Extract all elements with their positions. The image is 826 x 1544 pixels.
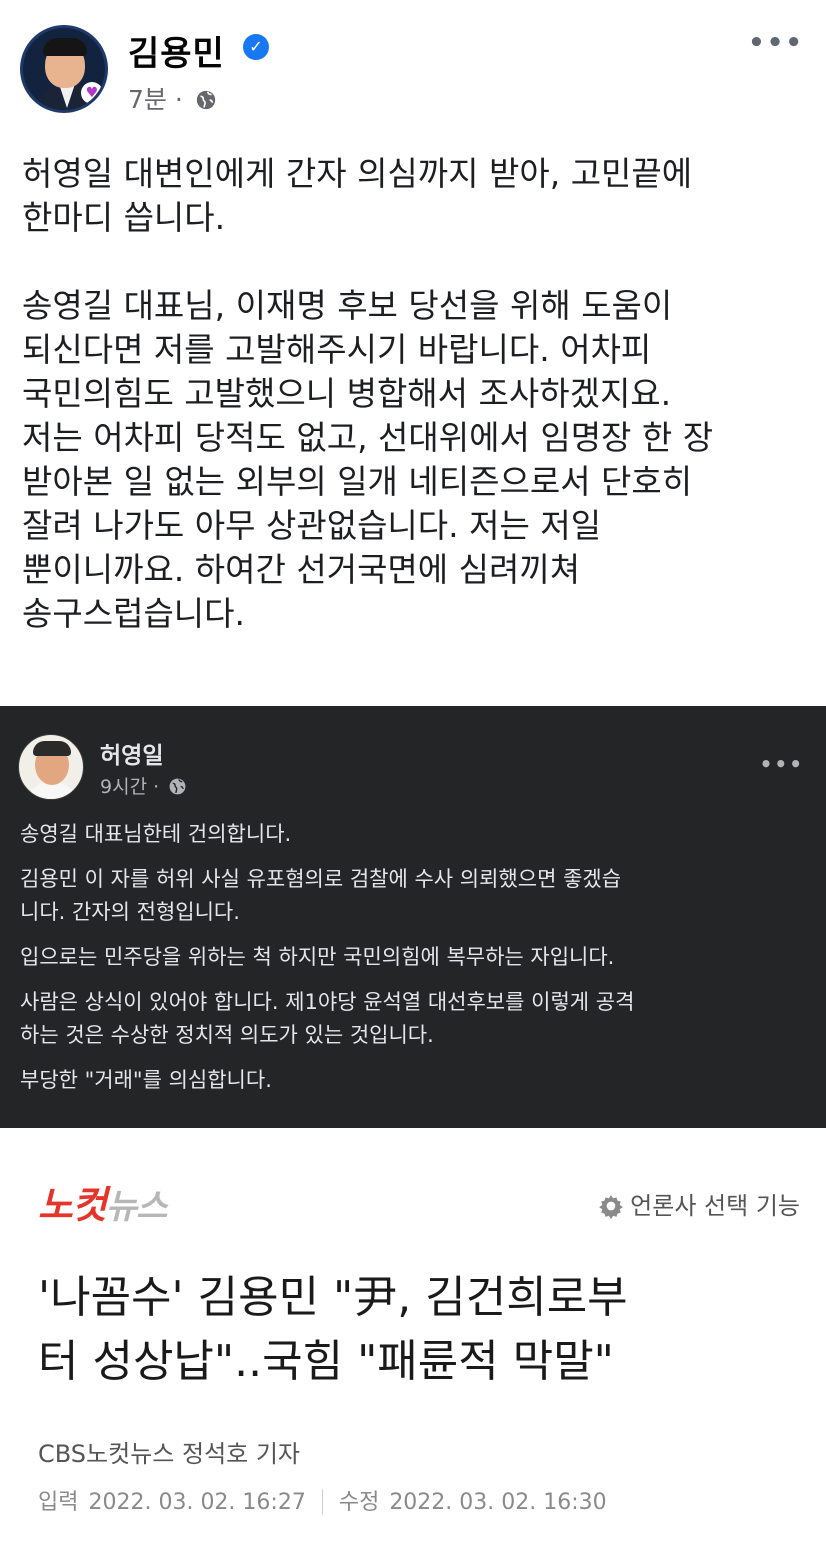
facebook-post: ♥ 김용민 ✓ 7분 · ••• 허영일 대변인에게 간자 의심까지 받아, 고…: [0, 0, 826, 706]
input-label: 입력: [38, 1490, 79, 1515]
heart-icon: ♥: [81, 82, 103, 104]
meta-separator: ·: [174, 85, 183, 114]
embedded-paragraph: 부당한 "거래"를 의심합니다.: [20, 1068, 272, 1092]
gear-icon: [599, 1195, 624, 1219]
post-paragraph: 허영일 대변인에게 간자 의심까지 받아, 고민끝에 한마디 씁니다.: [22, 154, 693, 237]
logo-sub: 뉴스: [105, 1187, 168, 1227]
embedded-author-avatar: [18, 734, 84, 800]
embedded-paragraph: 송영길 대표님한테 건의합니다.: [20, 822, 292, 846]
globe-icon: [196, 90, 215, 110]
embedded-paragraph: 김용민 이 자를 허위 사실 유포혐의로 검찰에 수사 의뢰했으면 좋겠습 니다…: [20, 867, 622, 924]
more-options-icon[interactable]: •••: [748, 28, 804, 58]
news-dates: 입력 2022. 03. 02. 16:27 수정 2022. 03. 02. 16:…: [38, 1484, 607, 1516]
meta-separator: ·: [153, 776, 160, 798]
embedded-author-name: 허영일: [100, 743, 164, 769]
embedded-paragraph: 입으로는 민주당을 위하는 척 하지만 국민의힘에 복무하는 자입니다.: [20, 945, 615, 969]
news-headline: '나꼼수' 김용민 "尹, 김건희로부 터 성상납"..국힘 "패륜적 막말": [38, 1272, 628, 1387]
verified-badge-icon: ✓: [243, 34, 269, 60]
date-divider: [321, 1489, 323, 1515]
news-article-clipping: 노컷뉴스 언론사 선택 기능 '나꼼수' 김용민 "尹, 김건희로부 터 성상납…: [0, 1128, 826, 1544]
author-name[interactable]: 김용민: [128, 26, 225, 75]
embedded-post-time: 9시간: [100, 776, 148, 798]
embedded-post-screenshot: 허영일 9시간 · ••• 송영길 대표님한테 건의합니다. 김용민 이 자를 …: [0, 706, 826, 1128]
input-date: 2022. 03. 02. 16:27: [88, 1490, 306, 1515]
globe-icon: [169, 778, 186, 795]
avatar-hair: [33, 741, 71, 756]
nocut-news-logo: 노컷뉴스: [38, 1174, 168, 1229]
more-options-icon: •••: [759, 752, 804, 776]
post-paragraph: 송영길 대표님, 이재명 후보 당선을 위해 도움이 되신다면 저를 고발해주시…: [22, 286, 714, 633]
embedded-post-meta: 9시간 ·: [100, 772, 187, 799]
post-meta: 7분 ·: [128, 80, 217, 116]
embedded-paragraph: 사람은 상식이 있어야 합니다. 제1야당 윤석열 대선후보를 이렇게 공격 하…: [20, 990, 635, 1047]
embedded-post-body: 송영길 대표님한테 건의합니다. 김용민 이 자를 허위 사실 유포혐의로 검찰…: [20, 818, 810, 1109]
author-avatar[interactable]: ♥: [20, 25, 108, 113]
edit-label: 수정: [338, 1490, 380, 1515]
post-time[interactable]: 7분: [128, 85, 167, 114]
logo-main: 노컷: [38, 1183, 107, 1227]
news-reporter: CBS노컷뉴스 정석호 기자: [38, 1440, 301, 1468]
avatar-hair: [43, 38, 87, 56]
post-body: 허영일 대변인에게 간자 의심까지 받아, 고민끝에 한마디 씁니다. 송영길 …: [22, 152, 812, 636]
press-select-button: 언론사 선택 기능: [598, 1186, 800, 1221]
edit-date: 2022. 03. 02. 16:30: [389, 1490, 607, 1515]
press-select-label: 언론사 선택 기능: [630, 1192, 800, 1220]
